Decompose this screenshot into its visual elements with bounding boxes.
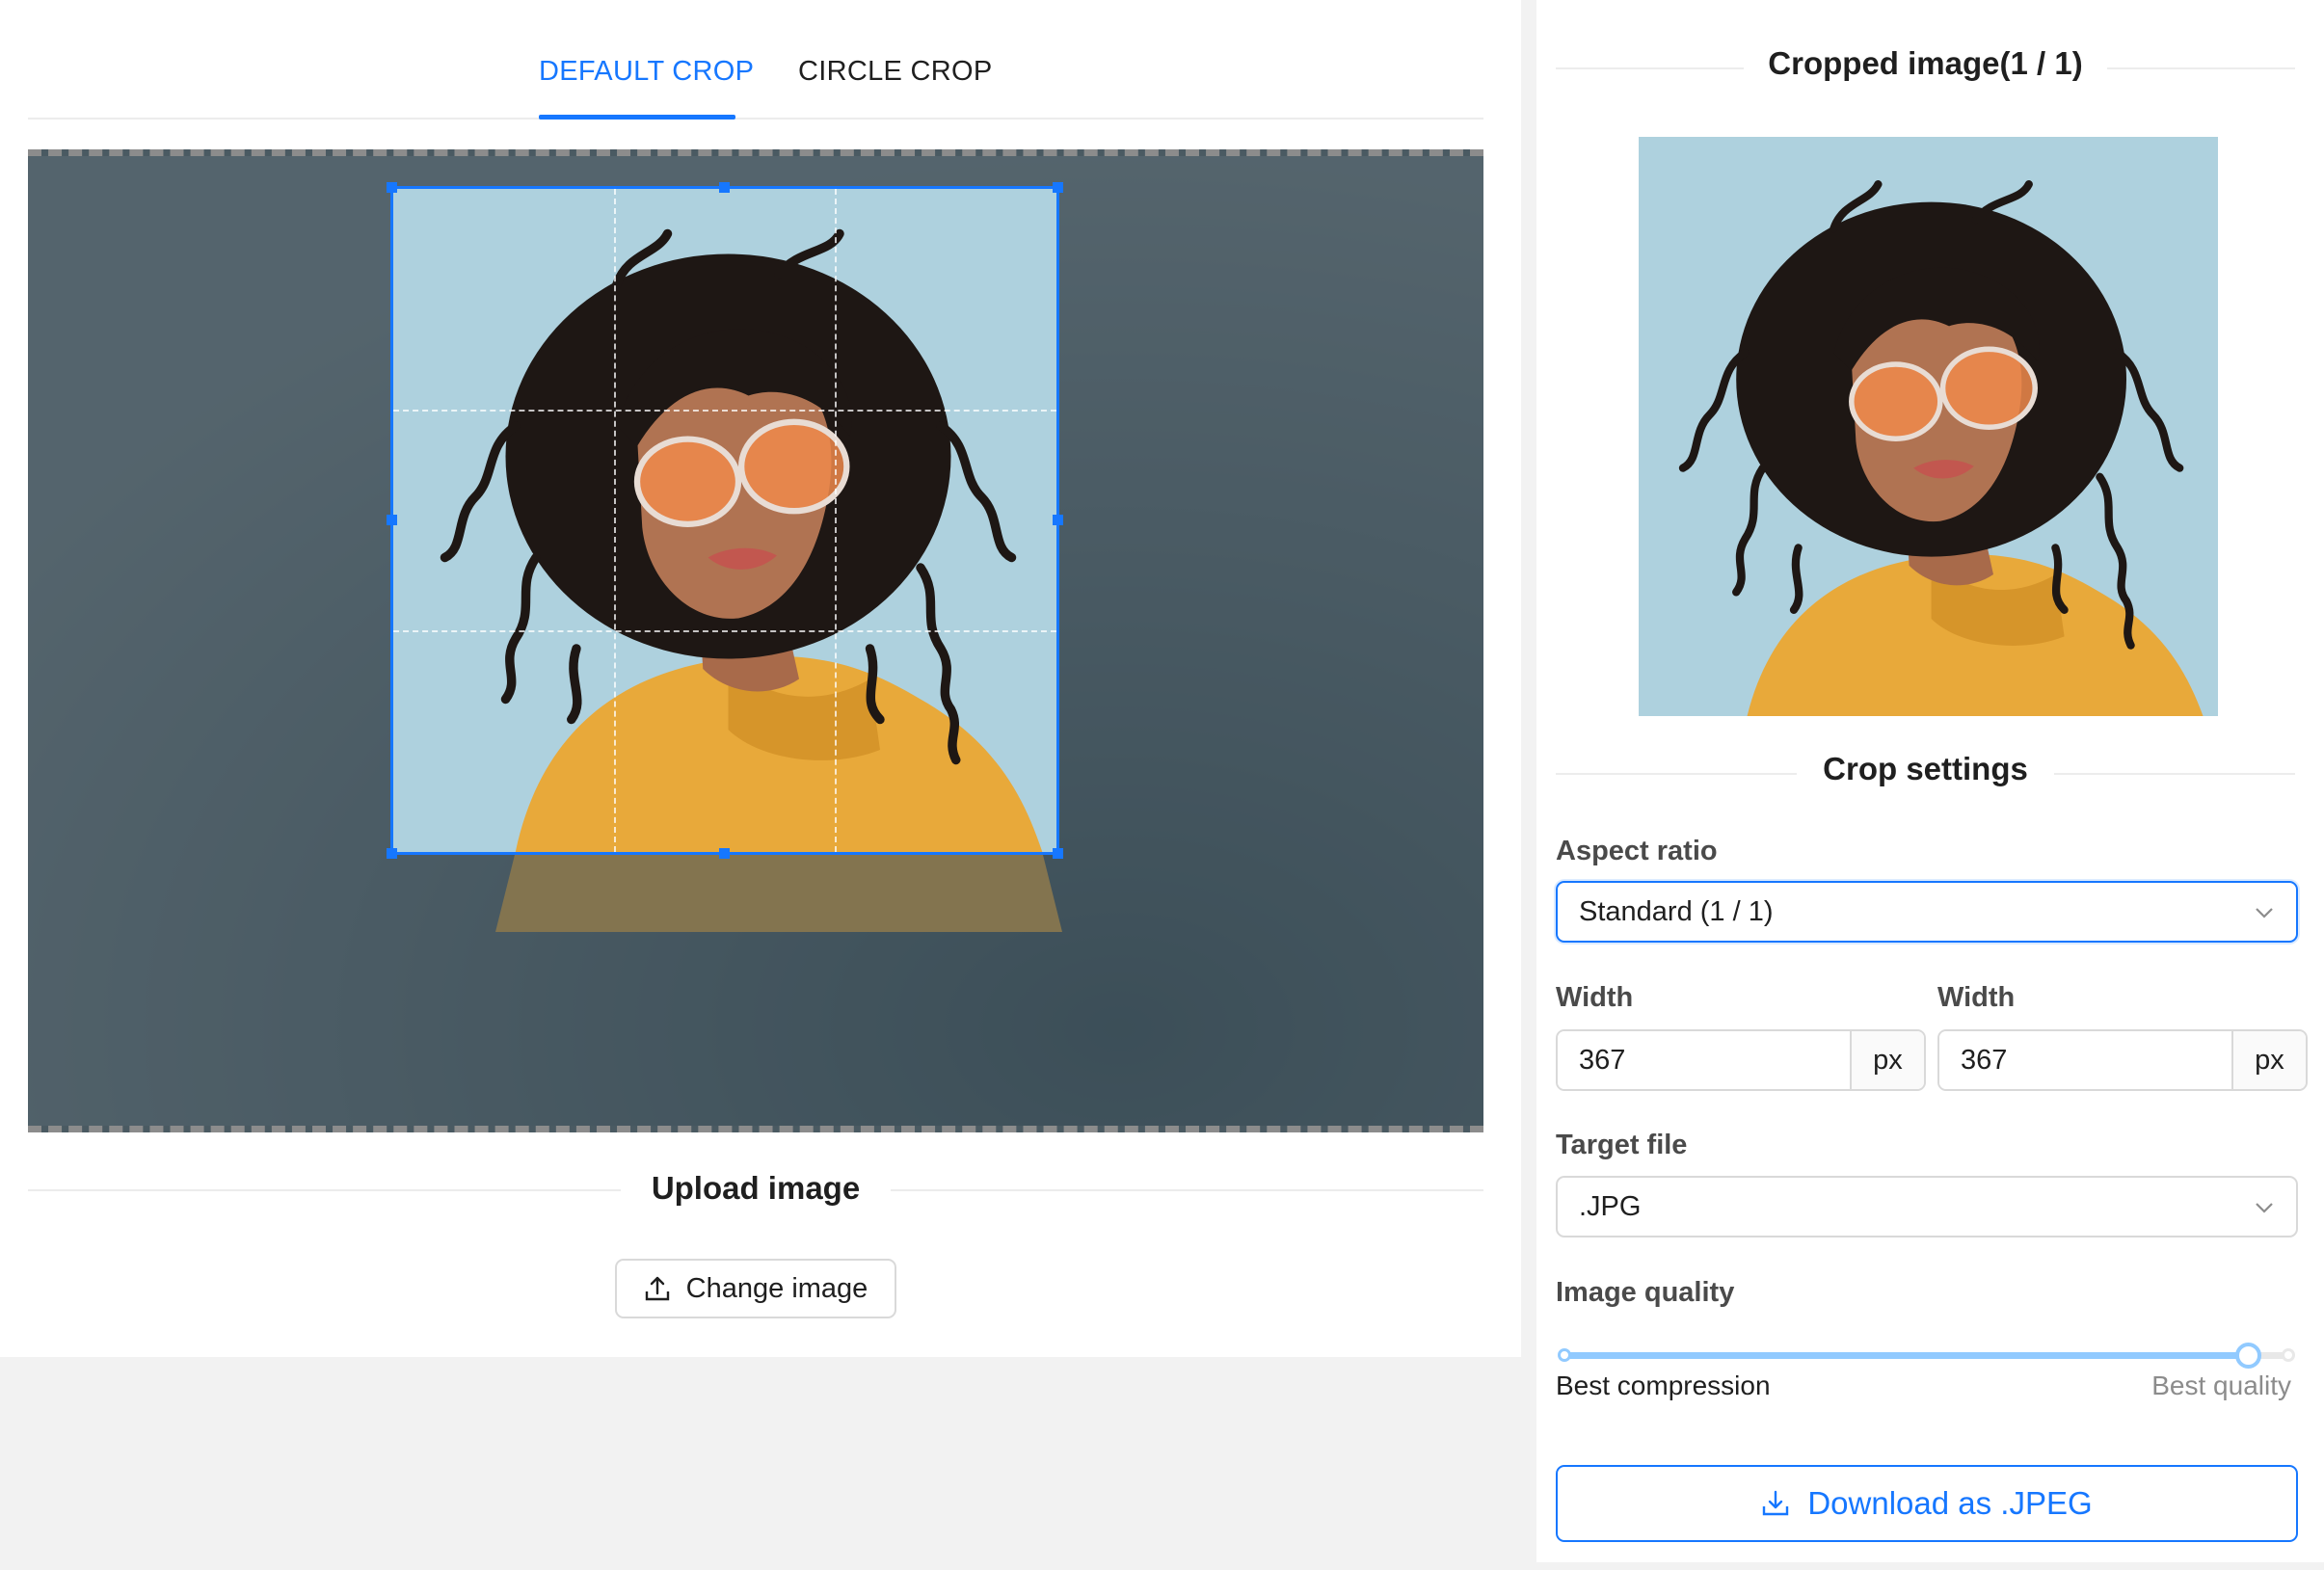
slider-handle[interactable]: [2234, 1343, 2261, 1369]
crop-canvas[interactable]: [28, 149, 1483, 1132]
crop-selection[interactable]: [387, 182, 1063, 859]
settings-panel: Cropped image(1 / 1) Crop settings Aspec…: [1536, 0, 2324, 1562]
slider-max-label: Best quality: [2151, 1370, 2291, 1400]
upload-title: Upload image: [651, 1170, 861, 1206]
change-image-button[interactable]: Change image: [615, 1259, 896, 1318]
crop-grid-line: [393, 630, 1056, 633]
resize-handle-w[interactable]: [387, 515, 397, 525]
resize-handle-s[interactable]: [719, 848, 730, 859]
tab-circle-crop[interactable]: CIRCLE CROP: [798, 56, 993, 88]
slider-min-label: Best compression: [1556, 1370, 1771, 1400]
change-image-label: Change image: [685, 1272, 868, 1304]
aspect-ratio-select[interactable]: Standard (1 / 1): [1556, 881, 2298, 943]
preview-section-divider: Cropped image(1 / 1): [1556, 43, 2295, 92]
preview-title: Cropped image(1 / 1): [1768, 45, 2083, 81]
cropped-preview-image: [1639, 137, 2218, 716]
resize-handle-ne[interactable]: [1053, 182, 1063, 193]
aspect-ratio-label: Aspect ratio: [1556, 836, 1718, 866]
resize-handle-e[interactable]: [1053, 515, 1063, 525]
crop-mode-tabs: DEFAULT CROP CIRCLE CROP: [28, 0, 1483, 120]
settings-section-divider: Crop settings: [1556, 749, 2295, 797]
upload-section-divider: Upload image: [28, 1166, 1483, 1214]
image-quality-slider[interactable]: [1558, 1343, 2295, 1369]
download-button[interactable]: Download as .JPEG: [1556, 1465, 2298, 1542]
height-input-group: px: [1937, 1029, 2308, 1091]
tab-default-crop[interactable]: DEFAULT CROP: [539, 56, 754, 88]
upload-icon: [645, 1276, 669, 1301]
target-file-value: .JPG: [1579, 1190, 1642, 1222]
resize-handle-sw[interactable]: [387, 848, 397, 859]
resize-handle-n[interactable]: [719, 182, 730, 193]
crop-grid-line: [614, 189, 617, 852]
chevron-down-icon: [2256, 1203, 2273, 1213]
resize-handle-nw[interactable]: [387, 182, 397, 193]
aspect-ratio-value: Standard (1 / 1): [1579, 895, 1774, 927]
crop-grid-line: [835, 189, 838, 852]
active-tab-indicator: [539, 115, 735, 120]
crop-editor-panel: DEFAULT CROP CIRCLE CROP Upload image Ch…: [0, 0, 1521, 1357]
height-unit: px: [2231, 1031, 2306, 1089]
resize-handle-se[interactable]: [1053, 848, 1063, 859]
settings-title: Crop settings: [1823, 751, 2028, 786]
target-file-label: Target file: [1556, 1130, 1688, 1160]
target-file-select[interactable]: .JPG: [1556, 1176, 2298, 1237]
download-icon: [1763, 1490, 1789, 1516]
height-label: Width: [1937, 982, 2016, 1013]
width-label: Width: [1556, 982, 1634, 1013]
download-label: Download as .JPEG: [1807, 1485, 2093, 1521]
slider-fill: [1562, 1352, 2248, 1359]
slider-max-dot: [2282, 1348, 2295, 1362]
width-input[interactable]: [1558, 1031, 1850, 1089]
width-unit: px: [1850, 1031, 1924, 1089]
slider-min-dot: [1558, 1348, 1571, 1362]
crop-grid-line: [393, 410, 1056, 412]
height-input[interactable]: [1939, 1031, 2231, 1089]
width-input-group: px: [1556, 1029, 1926, 1091]
chevron-down-icon: [2256, 908, 2273, 918]
image-quality-label: Image quality: [1556, 1277, 1735, 1308]
